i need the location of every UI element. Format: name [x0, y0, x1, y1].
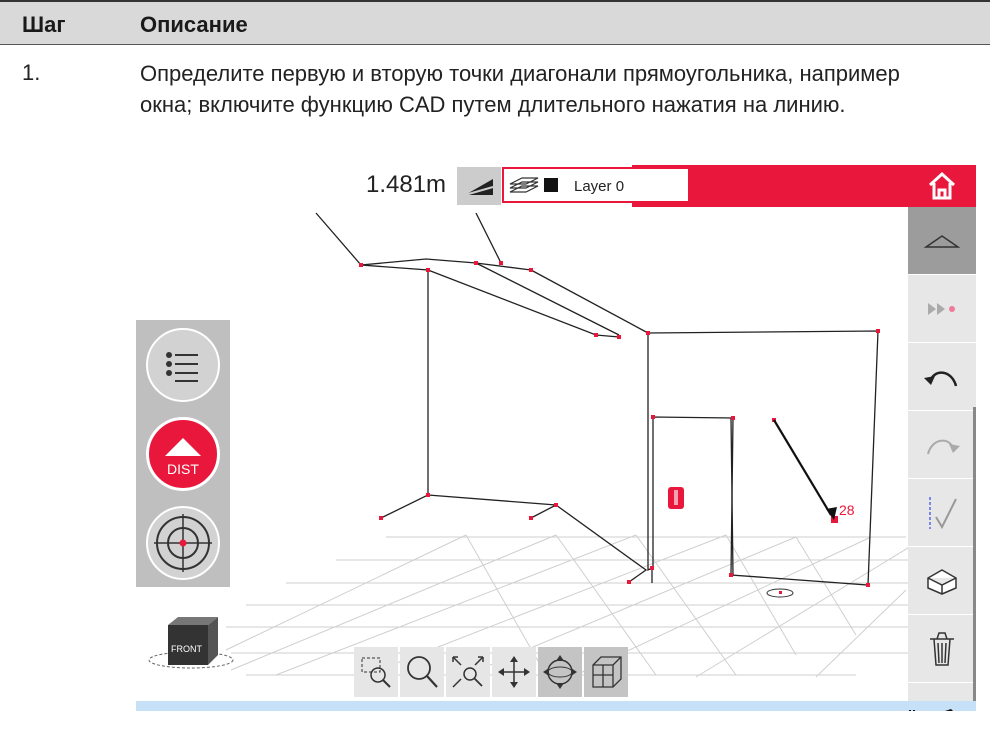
viewport-3d[interactable]: 28 FRONT	[136, 165, 976, 711]
home-icon	[928, 171, 956, 200]
box-view-button[interactable]	[908, 547, 976, 615]
svg-text:DIST: DIST	[167, 461, 199, 477]
header-description: Описание	[140, 12, 248, 37]
wireframe-lines	[315, 212, 879, 586]
view-cube-icon: FRONT	[148, 617, 234, 669]
zoom-window-icon	[361, 657, 391, 688]
check-icon	[929, 496, 957, 529]
point-label: 28	[839, 502, 855, 518]
orbit-icon	[543, 655, 577, 689]
measurement-points	[359, 261, 880, 587]
step-description: Определите первую и вторую точки диагона…	[140, 61, 900, 117]
delete-button[interactable]	[908, 615, 976, 683]
zoom-extents-button[interactable]	[446, 647, 490, 697]
layers-icon	[509, 177, 558, 193]
target-icon	[154, 514, 212, 572]
status-bar	[136, 701, 976, 711]
box-view-icon	[927, 568, 957, 595]
zoom-window-button[interactable]	[354, 647, 398, 697]
power-plug-icon	[909, 710, 915, 711]
device-icon	[668, 487, 684, 509]
trash-icon	[930, 631, 954, 666]
layer-name: Layer 0	[574, 178, 625, 195]
left-panel: DIST	[136, 320, 230, 587]
row-divider	[0, 44, 990, 45]
side-scrollbar[interactable]	[973, 407, 976, 711]
collapse-icon	[923, 234, 961, 248]
collapse-button[interactable]	[908, 207, 976, 275]
list-icon	[166, 352, 198, 382]
confirm-button[interactable]	[908, 479, 976, 547]
wireframe-box-icon	[592, 656, 622, 688]
pan-icon	[498, 656, 530, 688]
direction-arrow	[773, 419, 832, 516]
pan-button[interactable]	[492, 647, 536, 697]
undo-button[interactable]	[908, 343, 976, 411]
laser-icon	[945, 709, 953, 711]
zoom-button[interactable]	[400, 647, 444, 697]
table-header: Шаг Описание	[0, 0, 990, 44]
dist-icon: DIST	[165, 438, 201, 477]
zoom-icon	[407, 656, 438, 688]
svg-text:FRONT: FRONT	[171, 644, 202, 654]
distance-value: 1.481m	[366, 171, 447, 198]
layer-selector[interactable]: Layer 0	[502, 167, 690, 203]
dist-button[interactable]: DIST	[146, 417, 220, 491]
redo-icon	[927, 439, 960, 454]
zoom-extents-icon	[452, 656, 484, 688]
undo-icon	[924, 371, 958, 386]
header-step: Шаг	[22, 12, 66, 37]
target-button[interactable]	[146, 506, 220, 580]
fast-forward-button[interactable]	[908, 275, 976, 343]
orbit-button[interactable]	[538, 647, 582, 697]
list-button[interactable]	[146, 328, 220, 402]
step-number: 1.	[22, 60, 41, 85]
home-button[interactable]	[908, 165, 976, 207]
side-toolbar	[908, 207, 976, 711]
redo-button[interactable]	[908, 411, 976, 479]
wireframe-button[interactable]	[584, 647, 628, 697]
app-screenshot: 28 FRONT 1.481m Layer 0 DIST	[136, 165, 976, 711]
inclination-icon	[457, 167, 501, 205]
fast-forward-icon	[928, 302, 955, 315]
